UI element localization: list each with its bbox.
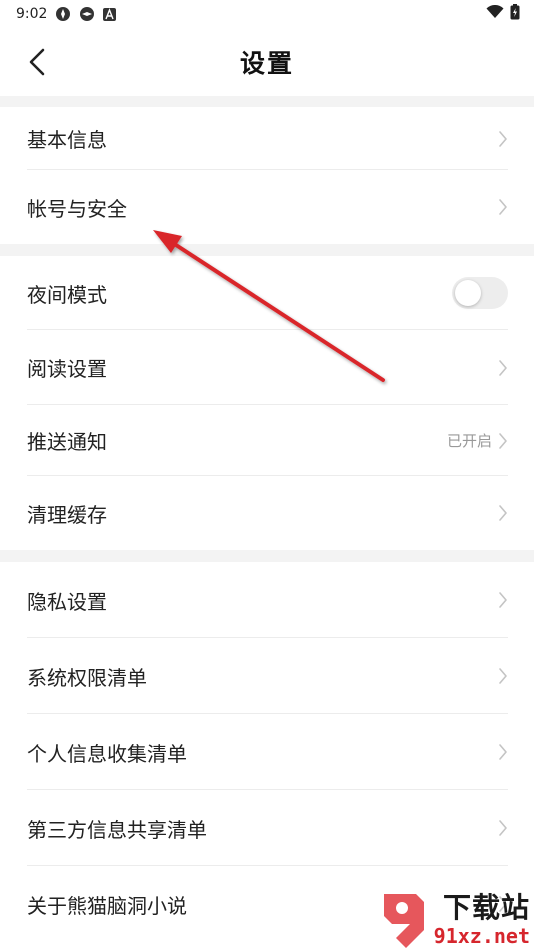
status-bar: 9:02: [0, 0, 534, 28]
settings-row[interactable]: 个人信息收集清单: [0, 714, 534, 790]
settings-row[interactable]: 推送通知 已开启: [0, 405, 534, 476]
settings-row-label: 个人信息收集清单: [27, 741, 187, 766]
settings-row[interactable]: 隐私设置: [0, 562, 534, 638]
chevron-right-icon: [498, 591, 508, 609]
settings-row-value: 已开启: [446, 432, 492, 450]
settings-row-label: 隐私设置: [27, 589, 107, 614]
settings-row-label: 基本信息: [27, 128, 107, 152]
section-gap: [0, 96, 534, 107]
watermark-title: 下载站: [442, 891, 530, 924]
chevron-left-icon: [29, 48, 45, 76]
settings-row-label: 阅读设置: [27, 357, 107, 381]
battery-icon: [510, 4, 520, 24]
settings-row[interactable]: 阅读设置: [0, 330, 534, 405]
settings-row-label: 夜间模式: [27, 282, 107, 307]
settings-row-label: 清理缓存: [27, 502, 107, 527]
notification-a-icon: [103, 7, 117, 21]
status-time: 9:02: [16, 6, 48, 22]
title-bar: 设置: [0, 28, 534, 96]
settings-row-label: 第三方信息共享清单: [27, 817, 207, 842]
settings-row[interactable]: 清理缓存: [0, 476, 534, 550]
chevron-right-icon: [498, 359, 508, 377]
settings-row[interactable]: 系统权限清单: [0, 638, 534, 714]
chevron-right-icon: [498, 819, 508, 837]
watermark-url: 91xz.net: [433, 924, 530, 948]
chevron-right-icon: [498, 743, 508, 761]
watermark-logo-icon: [383, 894, 424, 948]
chevron-right-icon: [498, 667, 508, 685]
watermark: 下载站 91xz.net: [354, 880, 534, 950]
chevron-right-icon: [498, 130, 508, 148]
chevron-right-icon: [498, 432, 508, 450]
chevron-right-icon: [498, 198, 508, 216]
settings-row[interactable]: 基本信息: [0, 107, 534, 170]
settings-section: 夜间模式阅读设置推送通知 已开启清理缓存: [0, 256, 534, 550]
settings-row[interactable]: 帐号与安全: [0, 170, 534, 244]
page-title: 设置: [239, 49, 294, 78]
notification-app-icon: [55, 6, 71, 22]
toggle-knob: [455, 280, 481, 306]
settings-row[interactable]: 夜间模式: [0, 256, 534, 330]
settings-section: 基本信息 帐号与安全: [0, 107, 534, 244]
settings-row[interactable]: 第三方信息共享清单: [0, 790, 534, 866]
settings-row-label: 系统权限清单: [27, 665, 147, 690]
settings-row-label: 帐号与安全: [27, 196, 127, 221]
section-gap: [0, 550, 534, 562]
wifi-icon: [486, 4, 504, 23]
back-button[interactable]: [22, 46, 52, 78]
section-gap: [0, 244, 534, 256]
chevron-right-icon: [498, 504, 508, 522]
settings-list: 基本信息帐号与安全夜间模式阅读设置推送通知 已开启清理缓存隐私设置系统权限清单个人…: [0, 96, 534, 942]
settings-row-label: 推送通知: [27, 430, 107, 454]
night-mode-toggle[interactable]: [452, 277, 508, 309]
notification-app-icon: [79, 6, 95, 22]
